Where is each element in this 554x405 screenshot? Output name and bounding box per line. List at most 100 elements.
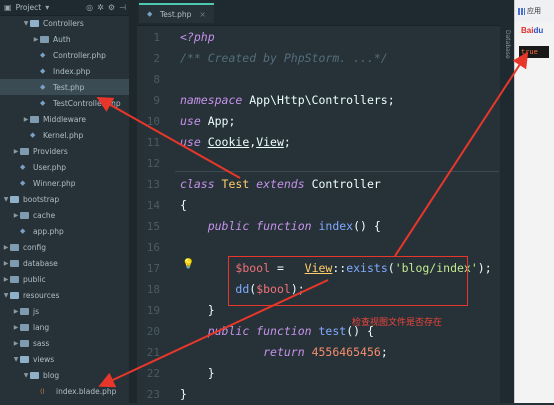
code-line[interactable]: /** Created by PhpStorm. ...*/ — [180, 48, 388, 69]
tree-item-label: User.php — [33, 162, 67, 172]
folder-icon — [20, 355, 29, 363]
database-tool-label[interactable]: Database — [503, 30, 511, 59]
method-separator — [175, 171, 499, 172]
line-number-gutter: 1 2 8 9 10 11 12 13 14 15 16 17 18 19 20 21 22 23 — [137, 25, 170, 403]
chevron-down-icon[interactable]: ▼ — [22, 20, 30, 27]
tree-item[interactable]: ▼ resources — [0, 287, 129, 303]
tree-item[interactable]: ◆ TestController.php — [0, 95, 129, 111]
tree-item[interactable]: ◆ Kernel.php — [0, 127, 129, 143]
code-line[interactable]: use App; — [180, 111, 235, 132]
code-line[interactable]: } — [180, 363, 215, 384]
settings-icon[interactable]: ✲ — [97, 3, 104, 12]
tree-item[interactable]: ◆ Winner.php — [0, 175, 129, 191]
tree-item[interactable]: ▼ views — [0, 351, 129, 367]
code-line[interactable]: } — [180, 300, 215, 321]
code-line[interactable]: } — [180, 384, 187, 405]
chevron-right-icon[interactable]: ▶ — [12, 212, 20, 219]
chevron-right-icon[interactable]: ▶ — [12, 340, 20, 347]
tree-item-label: Auth — [53, 34, 71, 44]
tree-item[interactable]: ◆ app.php — [0, 223, 129, 239]
code-token: Controller — [311, 177, 381, 191]
line-number: 23 — [146, 388, 160, 401]
project-panel-title[interactable]: Project — [16, 3, 42, 12]
code-line[interactable]: return 4556465456; — [180, 342, 388, 363]
chevron-right-icon[interactable]: ▶ — [12, 308, 20, 315]
code-token: test — [318, 324, 347, 338]
tree-item[interactable]: ▶ cache — [0, 207, 129, 223]
chevron-down-icon[interactable]: ▼ — [2, 196, 10, 203]
chevron-right-icon[interactable]: ▶ — [12, 148, 20, 155]
code-line[interactable]: public function test() { — [180, 321, 374, 342]
chevron-down-icon[interactable]: ▼ — [22, 372, 30, 379]
lightbulb-icon[interactable]: 💡 — [182, 259, 194, 270]
tree-item[interactable]: ▶ js — [0, 303, 129, 319]
tree-item[interactable]: ▶ Middleware — [0, 111, 129, 127]
chevron-right-icon[interactable]: ▶ — [2, 260, 10, 267]
tree-item[interactable]: ◆ Controller.php — [0, 47, 129, 63]
folder-icon — [20, 339, 29, 347]
folder-icon — [20, 307, 29, 315]
code-token: View — [256, 135, 284, 149]
code-editor[interactable]: <?php /** Created by PhpStorm. ...*/ names… — [170, 25, 500, 403]
tree-item-label: public — [23, 274, 46, 284]
code-line[interactable]: class Test extends Controller — [180, 174, 381, 195]
close-icon[interactable]: × — [199, 10, 205, 19]
chevron-down-icon[interactable]: ▼ — [12, 356, 20, 363]
gear-icon[interactable]: ⚙ — [108, 3, 115, 12]
code-token: } — [180, 387, 187, 401]
tree-item[interactable]: ⟨⟩ index.blade.php — [0, 383, 129, 399]
tree-item[interactable]: ▼ Controllers — [0, 15, 129, 31]
editor-tab-bar: ◆ Test.php × — [137, 0, 500, 26]
tree-item[interactable]: ▶ Providers — [0, 143, 129, 159]
folder-icon: ▣ — [4, 3, 12, 12]
tree-item[interactable]: ▶ Auth — [0, 31, 129, 47]
tab-test-php[interactable]: ◆ Test.php × — [139, 3, 214, 23]
code-line[interactable]: { — [180, 195, 187, 216]
tree-item-label: TestController.php — [53, 98, 121, 108]
code-line[interactable]: <?php — [180, 27, 215, 48]
code-line[interactable]: use Cookie,View; — [180, 132, 291, 153]
tree-item[interactable]: ◆ User.php — [0, 159, 129, 175]
code-token: <?php — [180, 30, 215, 44]
tree-item[interactable]: ▶ public — [0, 271, 129, 287]
chevron-right-icon[interactable]: ▶ — [32, 36, 40, 43]
tree-item[interactable]: ◆ Test.php — [0, 79, 129, 95]
chevron-right-icon[interactable]: ▶ — [12, 324, 20, 331]
code-token: App; — [207, 114, 236, 128]
apps-label[interactable]: 应用 — [527, 6, 541, 16]
line-number: 22 — [146, 367, 160, 380]
chevron-right-icon[interactable]: ▶ — [2, 276, 10, 283]
chevron-down-icon[interactable]: ▾ — [45, 3, 49, 12]
tree-item[interactable]: ▶ database — [0, 255, 129, 271]
tree-item[interactable]: ▶ sass — [0, 335, 129, 351]
code-token: Test — [221, 177, 257, 191]
folder-icon — [40, 35, 49, 43]
apps-icon[interactable] — [518, 7, 525, 15]
collapse-icon[interactable]: ⊣ — [119, 3, 126, 12]
tree-item-label: resources — [23, 290, 60, 300]
php-file-icon: ◆ — [40, 99, 46, 107]
php-file-icon: ◆ — [40, 67, 46, 75]
tree-item[interactable]: ▼ blog — [0, 367, 129, 383]
tree-item[interactable]: ◆ Index.php — [0, 63, 129, 79]
php-file-icon: ◆ — [40, 83, 46, 91]
tree-item[interactable]: ▶ config — [0, 239, 129, 255]
highlight-box — [228, 256, 468, 306]
tree-item-label: blog — [43, 370, 60, 380]
tree-item[interactable]: ▼ bootstrap — [0, 191, 129, 207]
chevron-down-icon[interactable]: ▼ — [2, 292, 10, 299]
line-number: 8 — [153, 73, 160, 86]
target-icon[interactable]: ◎ — [86, 3, 93, 12]
folder-icon — [20, 147, 29, 155]
tree-item[interactable]: ▶ lang — [0, 319, 129, 335]
dump-output: true — [519, 46, 549, 58]
chevron-right-icon[interactable]: ▶ — [2, 244, 10, 251]
folder-icon — [10, 259, 19, 267]
tree-item-label: Controller.php — [53, 50, 106, 60]
code-line[interactable]: namespace App\Http\Controllers; — [180, 90, 395, 111]
chevron-right-icon[interactable]: ▶ — [22, 116, 30, 123]
line-number: 20 — [146, 325, 160, 338]
tree-item-label: sass — [33, 338, 50, 348]
code-line[interactable]: public function index() { — [180, 216, 381, 237]
